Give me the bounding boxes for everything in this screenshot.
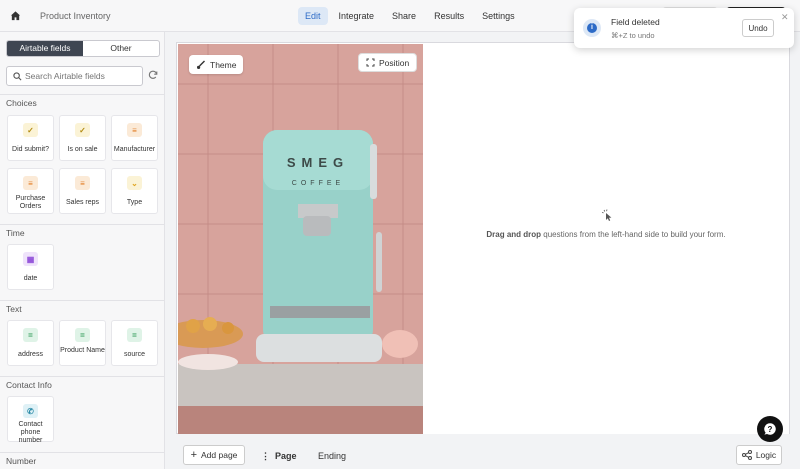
home-icon[interactable]	[10, 10, 21, 21]
undo-button[interactable]: Undo	[742, 19, 774, 37]
field-card-label: source	[123, 351, 145, 358]
section-time-title: Time	[0, 224, 164, 240]
field-card-label: Purchase Orders	[15, 195, 46, 210]
logic-button[interactable]: Logic	[736, 445, 782, 465]
segment-airtable-fields[interactable]: Airtable fields	[7, 41, 83, 56]
caret-icon: ⌄	[127, 176, 142, 190]
svg-text:?: ?	[768, 425, 773, 434]
position-label: Position	[379, 57, 410, 68]
field-card-address[interactable]: = address	[7, 320, 54, 366]
toast-title: Field deleted	[611, 17, 660, 27]
tab-page[interactable]: ⋮ Page	[261, 451, 297, 462]
theme-button[interactable]: Theme	[189, 55, 244, 74]
field-card-is-on-sale[interactable]: ✓ Is on sale	[59, 115, 106, 161]
field-card-type[interactable]: ⌄ Type	[111, 168, 158, 214]
list-icon: ≡	[127, 123, 142, 137]
list-icon: ≡	[23, 176, 38, 190]
field-card-label: Is on sale	[67, 146, 98, 153]
list-icon: ≡	[75, 176, 90, 190]
field-card-label: Type	[126, 199, 143, 206]
checkbox-icon: ✓	[75, 123, 90, 137]
tab-ending[interactable]: Ending	[318, 451, 346, 461]
form-drop-area[interactable]: Drag and drop questions from the left-ha…	[423, 44, 789, 434]
page-bar: + Add page ⋮ Page Ending Logic	[176, 442, 790, 469]
svg-text:SMEG: SMEG	[287, 155, 349, 170]
help-button[interactable]: ?	[757, 416, 783, 442]
help-icon: ?	[764, 423, 776, 435]
section-number-title: Number	[0, 452, 164, 468]
field-card-label: Sales reps	[65, 199, 100, 206]
tab-share[interactable]: Share	[385, 7, 423, 25]
search-icon	[13, 72, 22, 81]
checkbox-icon: ✓	[23, 123, 38, 137]
cover-image: SMEG COFFEE Theme Position	[178, 44, 423, 434]
expand-icon	[366, 58, 375, 67]
field-card-label: Product Name	[60, 347, 105, 354]
plus-icon: +	[190, 449, 198, 461]
field-card-source[interactable]: = source	[111, 320, 158, 366]
logic-icon	[741, 450, 752, 460]
tab-edit[interactable]: Edit	[298, 7, 328, 25]
tab-integrate[interactable]: Integrate	[332, 7, 382, 25]
text-icon: =	[127, 328, 142, 342]
toast-subtitle: ⌘+Z to undo	[611, 31, 655, 40]
tab-results[interactable]: Results	[427, 7, 471, 25]
empty-form-hint: Drag and drop questions from the left-ha…	[423, 230, 789, 239]
add-page-label: Add page	[201, 450, 238, 460]
search-input[interactable]	[25, 69, 139, 83]
field-card-date[interactable]: ▦ date	[7, 244, 54, 290]
refresh-icon[interactable]	[148, 70, 158, 80]
position-button[interactable]: Position	[358, 53, 418, 72]
field-card-label: Contact phone number	[18, 421, 43, 444]
text-icon: =	[75, 328, 90, 342]
fields-sidebar: Airtable fields Other Choices ✓ Did subm…	[0, 32, 165, 469]
section-contact-title: Contact Info	[0, 376, 164, 392]
field-card-label: Did submit?	[12, 146, 49, 153]
section-choices-title: Choices	[0, 94, 164, 110]
tab-settings[interactable]: Settings	[475, 7, 522, 25]
svg-text:COFFEE: COFFEE	[292, 180, 344, 187]
field-card-purchase-orders[interactable]: ≡ Purchase Orders	[7, 168, 54, 214]
phone-icon: ✆	[23, 404, 38, 418]
brush-icon	[197, 60, 205, 69]
text-icon: =	[23, 328, 38, 342]
field-card-manufacturer[interactable]: ≡ Manufacturer	[111, 115, 158, 161]
app-title: Product Inventory	[40, 11, 111, 21]
toast-notification: i Field deleted ⌘+Z to undo Undo ✕	[574, 8, 794, 48]
top-tabs: Edit Integrate Share Results Settings	[298, 7, 522, 25]
logic-label: Logic	[755, 450, 777, 460]
field-card-contact-phone[interactable]: ✆ Contact phone number	[7, 396, 54, 444]
info-icon: i	[583, 19, 601, 37]
segment-other[interactable]: Other	[83, 41, 159, 56]
hint-rest: questions from the left-hand side to bui…	[541, 230, 726, 239]
hint-bold: Drag and drop	[486, 230, 542, 239]
field-source-toggle: Airtable fields Other	[6, 40, 160, 57]
pointer-click-icon	[601, 209, 612, 221]
field-card-label: address	[18, 351, 43, 358]
field-card-did-submit[interactable]: ✓ Did submit?	[7, 115, 54, 161]
calendar-icon: ▦	[23, 252, 38, 266]
coffee-machine-photo: SMEG COFFEE	[178, 44, 423, 434]
field-card-product-name[interactable]: = Product Name	[59, 320, 106, 366]
field-card-sales-reps[interactable]: ≡ Sales reps	[59, 168, 106, 214]
drag-handle-icon[interactable]: ⋮	[261, 451, 270, 461]
add-page-button[interactable]: + Add page	[183, 445, 245, 465]
form-canvas: SMEG COFFEE Theme Position Drag and drop…	[176, 42, 790, 434]
section-text-title: Text	[0, 300, 164, 316]
page-tab-label: Page	[275, 451, 297, 461]
theme-label: Theme	[210, 59, 237, 70]
close-icon[interactable]: ✕	[781, 12, 789, 23]
field-card-label: date	[23, 275, 38, 282]
field-card-label: Manufacturer	[113, 146, 156, 153]
field-search	[6, 66, 143, 86]
